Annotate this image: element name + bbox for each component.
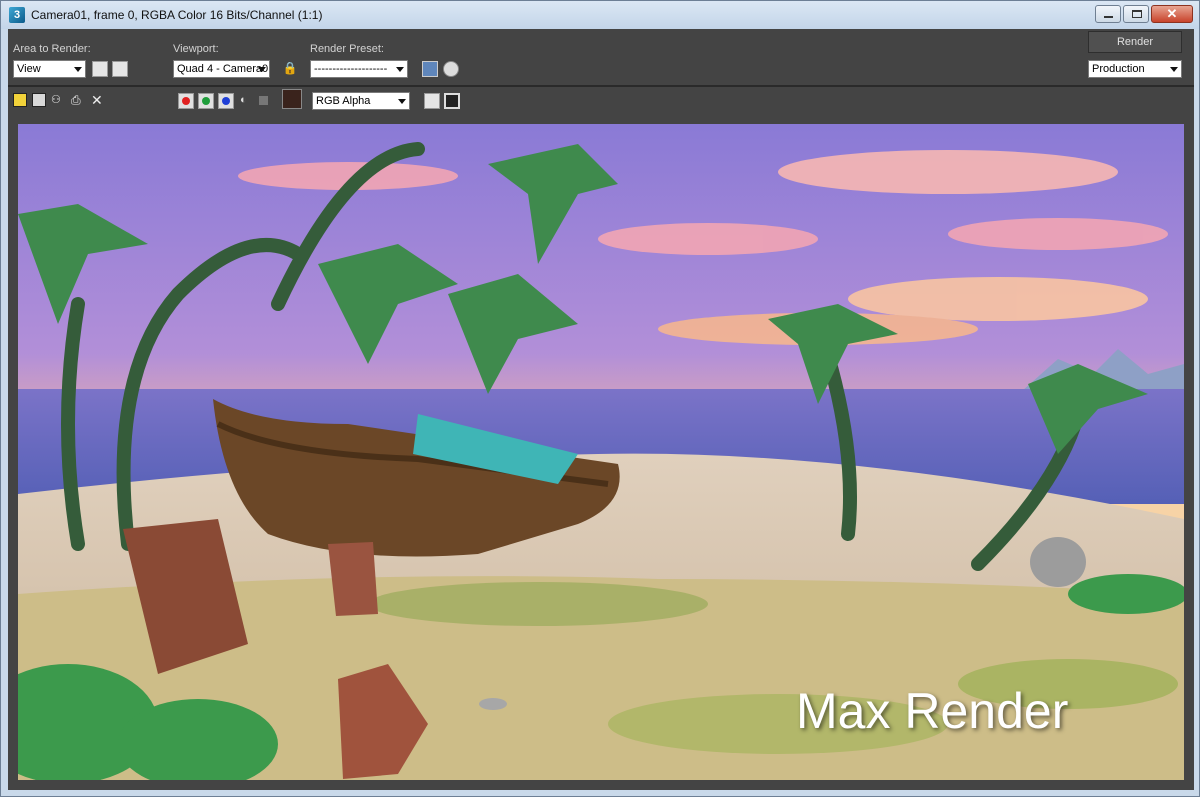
minimize-icon [1104,16,1113,18]
render-preset-label: Render Preset: [310,43,384,55]
maximize-button[interactable] [1123,5,1149,23]
display-toggle-icon[interactable] [424,93,440,109]
red-dot-icon [182,97,190,105]
clear-image-icon[interactable]: ✕ [91,93,105,107]
chevron-down-icon [1170,67,1178,72]
area-to-render-value: View [17,63,41,75]
clone-frame-icon[interactable]: ⚇ [51,93,65,107]
green-channel-toggle[interactable] [198,93,214,109]
chevron-down-icon [258,67,266,72]
environment-effects-icon[interactable] [443,61,459,77]
alpha-channel-icon[interactable]: ◐ [240,93,254,107]
chevron-down-icon [398,99,406,104]
lock-icon[interactable]: 🔒 [282,61,298,77]
channel-value: RGB Alpha [316,95,371,107]
maximize-icon [1132,10,1142,18]
area-to-render-label: Area to Render: [13,43,91,55]
app-icon: 3 [9,7,25,23]
render-watermark: Max Render [796,683,1069,739]
toolbar-divider [8,85,1194,87]
production-dropdown[interactable]: Production [1088,60,1182,78]
rendered-image: Max Render [18,124,1184,780]
window-controls: ✕ [1095,5,1193,23]
chevron-down-icon [74,67,82,72]
render-viewport: Max Render [8,117,1194,790]
copy-image-icon[interactable] [32,93,46,107]
window-title: Camera01, frame 0, RGBA Color 16 Bits/Ch… [31,8,323,22]
edit-region-icon[interactable] [92,61,108,77]
toggle-ui-overlay-icon[interactable] [444,93,460,109]
auto-region-icon[interactable] [112,61,128,77]
red-channel-toggle[interactable] [178,93,194,109]
viewport-value: Quad 4 - Camera0 [177,63,269,75]
print-image-icon[interactable]: ⎙ [71,93,85,107]
blue-channel-toggle[interactable] [218,93,234,109]
close-button[interactable]: ✕ [1151,5,1193,23]
render-preset-dropdown[interactable]: -------------------- [310,60,408,78]
chevron-down-icon [396,67,404,72]
save-image-icon[interactable] [13,93,27,107]
green-dot-icon [202,97,210,105]
viewport-label: Viewport: [173,43,219,55]
title-bar[interactable]: 3 Camera01, frame 0, RGBA Color 16 Bits/… [1,1,1199,29]
viewport-dropdown[interactable]: Quad 4 - Camera0 [173,60,270,78]
color-swatch[interactable] [282,89,302,109]
render-preset-value: -------------------- [314,63,388,75]
area-to-render-dropdown[interactable]: View [13,60,86,78]
render-toolbar: Area to Render: View Viewport: Quad 4 - … [8,29,1194,117]
close-icon: ✕ [1166,6,1178,21]
render-setup-icon[interactable] [422,61,438,77]
channel-dropdown[interactable]: RGB Alpha [312,92,410,110]
production-value: Production [1092,63,1145,75]
render-button[interactable]: Render [1088,31,1182,53]
minimize-button[interactable] [1095,5,1121,23]
blue-dot-icon [222,97,230,105]
render-frame-window: 3 Camera01, frame 0, RGBA Color 16 Bits/… [0,0,1200,797]
monochrome-icon[interactable] [259,96,268,105]
